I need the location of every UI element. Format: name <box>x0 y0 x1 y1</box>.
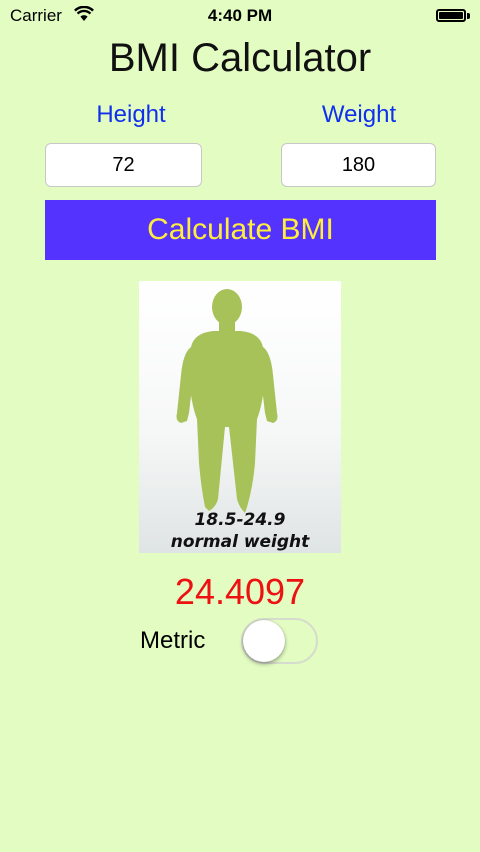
calculate-bmi-button[interactable]: Calculate BMI <box>45 200 436 260</box>
battery-icon <box>436 9 466 22</box>
metric-toggle[interactable] <box>241 618 318 664</box>
battery-level-fill <box>439 12 463 19</box>
bmi-result: 24.4097 <box>174 571 306 612</box>
toggle-knob <box>243 620 285 662</box>
height-field[interactable] <box>45 143 202 187</box>
metric-label: Metric <box>140 627 206 654</box>
height-label: Height <box>96 101 166 128</box>
status-bar: Carrier 4:40 PM <box>0 0 480 32</box>
page-title: BMI Calculator <box>108 36 372 80</box>
bmi-category-image: 18.5-24.9 normal weight <box>139 281 341 553</box>
battery-tip <box>467 13 470 19</box>
clock: 4:40 PM <box>207 6 273 25</box>
weight-label: Weight <box>321 101 397 128</box>
bmi-range-text: 18.5-24.9 <box>194 510 286 530</box>
bmi-category-text: normal weight <box>170 532 310 552</box>
weight-field[interactable] <box>281 143 436 187</box>
